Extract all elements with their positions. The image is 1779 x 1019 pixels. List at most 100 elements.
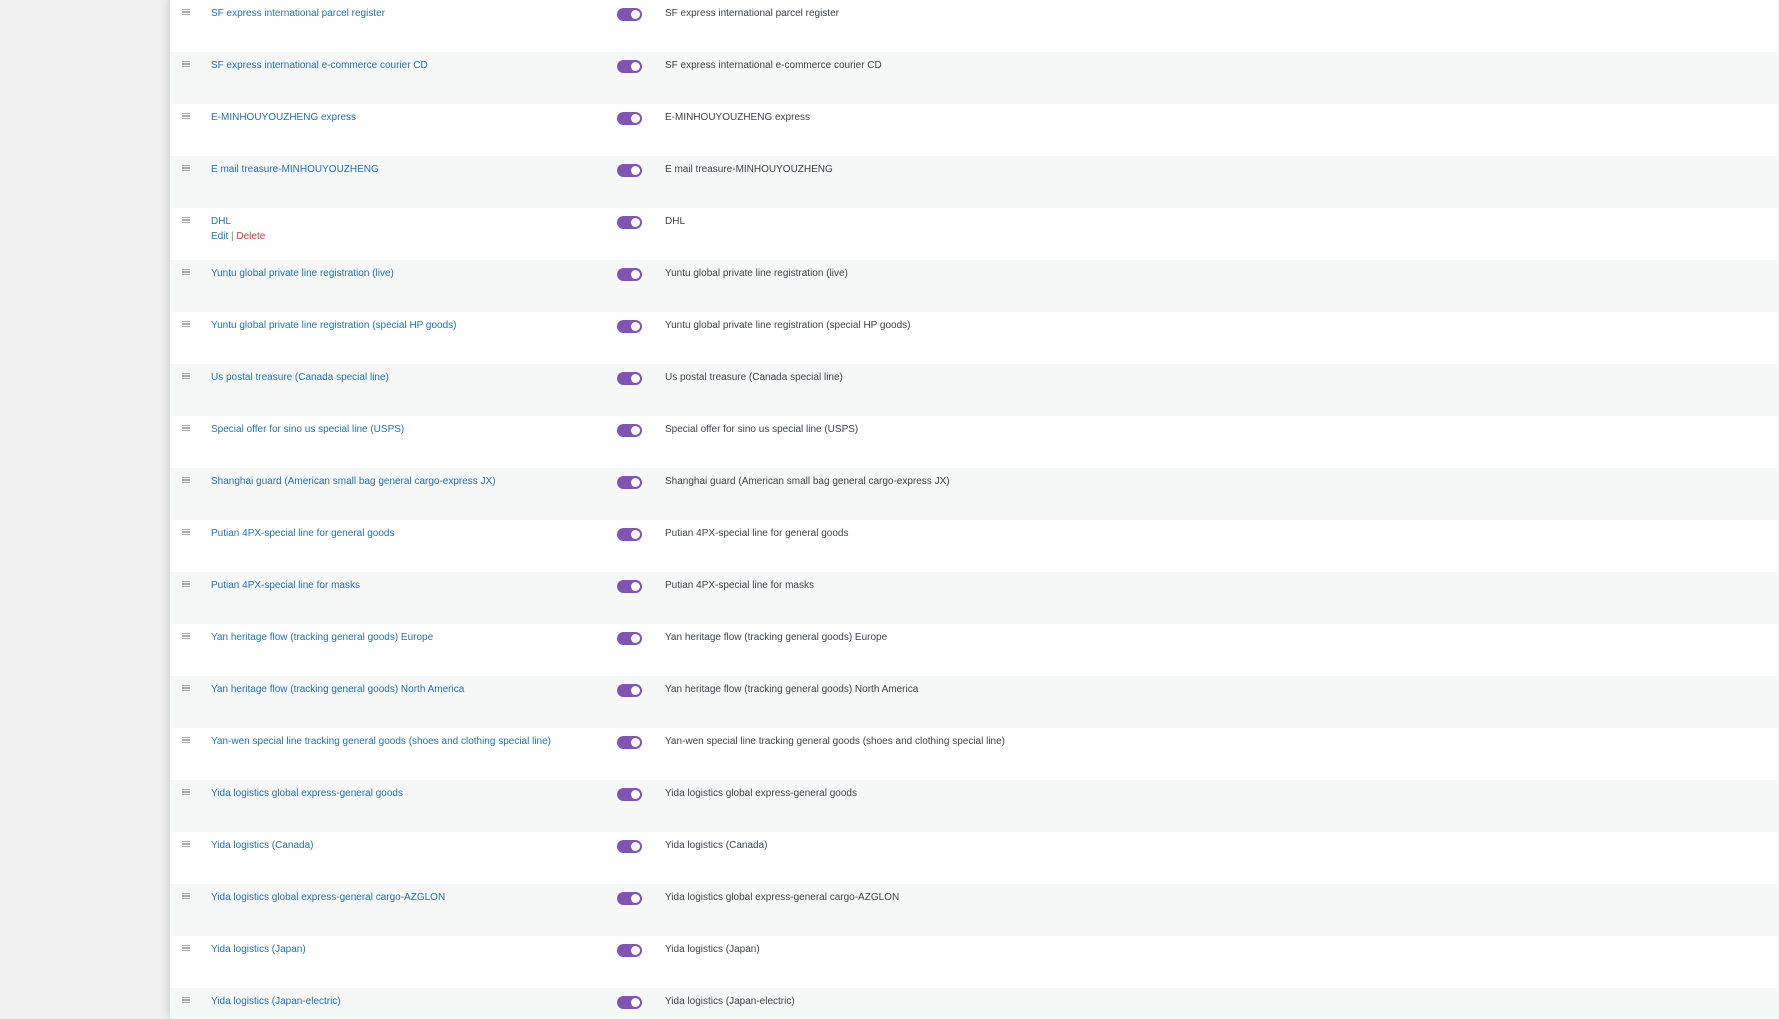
drag-handle-icon[interactable] <box>182 373 190 380</box>
drag-handle-icon[interactable] <box>182 997 190 1004</box>
drag-handle-icon[interactable] <box>182 945 190 952</box>
provider-name-cell: Yida logistics (Japan) <box>211 943 306 956</box>
table-row: SF express international parcel register… <box>170 0 1779 52</box>
enable-toggle[interactable] <box>617 996 642 1009</box>
provider-name-link[interactable]: E-MINHOUYOUZHENG express <box>211 112 356 123</box>
enable-toggle[interactable] <box>617 8 642 21</box>
provider-name-link[interactable]: SF express international e-commerce cour… <box>211 60 428 71</box>
table-row: Yuntu global private line registration (… <box>170 312 1779 364</box>
table-row: Yida logistics global express-general go… <box>170 780 1779 832</box>
provider-name-link[interactable]: Yida logistics (Japan-electric) <box>211 996 341 1007</box>
provider-name-link[interactable]: Shanghai guard (American small bag gener… <box>211 476 496 487</box>
drag-handle-icon[interactable] <box>182 737 190 744</box>
drag-handle-icon[interactable] <box>182 269 190 276</box>
enable-toggle[interactable] <box>617 268 642 281</box>
provider-name-cell: Putian 4PX-special line for masks <box>211 579 360 592</box>
provider-name-link[interactable]: Putian 4PX-special line for general good… <box>211 528 394 539</box>
provider-description: Yuntu global private line registration (… <box>665 268 848 279</box>
provider-name-link[interactable]: E mail treasure-MINHOUYOUZHENG <box>211 164 379 175</box>
provider-name-cell: E-MINHOUYOUZHENG express <box>211 111 356 124</box>
provider-name-cell: Yan heritage flow (tracking general good… <box>211 683 464 696</box>
delete-link[interactable]: Delete <box>236 231 265 242</box>
provider-name-cell: Yida logistics global express-general go… <box>211 787 403 800</box>
enable-toggle[interactable] <box>617 372 642 385</box>
enable-toggle[interactable] <box>617 112 642 125</box>
provider-name-cell: Shanghai guard (American small bag gener… <box>211 475 496 488</box>
provider-description: Yan heritage flow (tracking general good… <box>665 632 888 643</box>
provider-name-link[interactable]: Putian 4PX-special line for masks <box>211 580 360 591</box>
provider-description: Putian 4PX-special line for general good… <box>665 528 849 539</box>
enable-toggle[interactable] <box>617 944 642 957</box>
provider-description: Yan heritage flow (tracking general good… <box>665 684 919 695</box>
drag-handle-icon[interactable] <box>182 789 190 796</box>
provider-description: Yida logistics (Canada) <box>665 840 768 851</box>
drag-handle-icon[interactable] <box>182 893 190 900</box>
drag-handle-icon[interactable] <box>182 633 190 640</box>
provider-name-link[interactable]: Us postal treasure (Canada special line) <box>211 372 389 383</box>
provider-name-link[interactable]: SF express international parcel register <box>211 8 385 19</box>
provider-description: Us postal treasure (Canada special line) <box>665 372 843 383</box>
enable-toggle[interactable] <box>617 60 642 73</box>
shipping-providers-table: SF express international parcel register… <box>169 0 1779 1019</box>
provider-name-cell: Putian 4PX-special line for general good… <box>211 527 394 540</box>
enable-toggle[interactable] <box>617 528 642 541</box>
provider-description: Putian 4PX-special line for masks <box>665 580 814 591</box>
table-row: Yida logistics (Japan) Yida logistics (Ja… <box>170 936 1779 988</box>
drag-handle-icon[interactable] <box>182 61 190 68</box>
drag-handle-icon[interactable] <box>182 165 190 172</box>
drag-handle-icon[interactable] <box>182 581 190 588</box>
drag-handle-icon[interactable] <box>182 529 190 536</box>
table-row: E-MINHOUYOUZHENG express E-MINHOUYOUZHENG… <box>170 104 1779 156</box>
enable-toggle[interactable] <box>617 580 642 593</box>
table-row: E mail treasure-MINHOUYOUZHENG E mail tre… <box>170 156 1779 208</box>
table-row: Yan heritage flow (tracking general good… <box>170 624 1779 676</box>
drag-handle-icon[interactable] <box>182 9 190 16</box>
drag-handle-icon[interactable] <box>182 685 190 692</box>
provider-name-cell: Special offer for sino us special line (… <box>211 423 404 436</box>
provider-name-link[interactable]: Yan-wen special line tracking general go… <box>211 736 551 747</box>
provider-name-link[interactable]: Yida logistics global express-general go… <box>211 788 403 799</box>
enable-toggle[interactable] <box>617 788 642 801</box>
enable-toggle[interactable] <box>617 736 642 749</box>
provider-name-link[interactable]: Yan heritage flow (tracking general good… <box>211 632 433 643</box>
provider-name-link[interactable]: Yida logistics (Canada) <box>211 840 313 851</box>
provider-name-cell: DHL Edit | Delete <box>211 215 265 243</box>
enable-toggle[interactable] <box>617 424 642 437</box>
provider-name-link[interactable]: Yuntu global private line registration (… <box>211 268 394 279</box>
drag-handle-icon[interactable] <box>182 841 190 848</box>
table-row: Putian 4PX-special line for general good… <box>170 520 1779 572</box>
drag-handle-icon[interactable] <box>182 425 190 432</box>
provider-name-link[interactable]: Special offer for sino us special line (… <box>211 424 404 435</box>
provider-description: E-MINHOUYOUZHENG express <box>665 112 811 123</box>
provider-description: DHL <box>665 216 686 227</box>
provider-name-cell: Yida logistics (Canada) <box>211 839 313 852</box>
enable-toggle[interactable] <box>617 320 642 333</box>
provider-name-link[interactable]: DHL <box>211 216 231 227</box>
drag-handle-icon[interactable] <box>182 477 190 484</box>
provider-name-cell: Yuntu global private line registration (… <box>211 267 394 280</box>
table-row: Yida logistics global express-general ca… <box>170 884 1779 936</box>
provider-description: Yan-wen special line tracking general go… <box>665 736 1006 747</box>
provider-name-cell: E mail treasure-MINHOUYOUZHENG <box>211 163 379 176</box>
provider-name-link[interactable]: Yan heritage flow (tracking general good… <box>211 684 464 695</box>
provider-name-link[interactable]: Yida logistics (Japan) <box>211 944 306 955</box>
admin-sidebar-area <box>0 0 169 1019</box>
provider-name-cell: Yan-wen special line tracking general go… <box>211 735 551 748</box>
enable-toggle[interactable] <box>617 476 642 489</box>
edit-link[interactable]: Edit <box>211 231 228 242</box>
table-row: Us postal treasure (Canada special line)… <box>170 364 1779 416</box>
drag-handle-icon[interactable] <box>182 217 190 224</box>
provider-name-link[interactable]: Yida logistics global express-general ca… <box>211 892 445 903</box>
enable-toggle[interactable] <box>617 892 642 905</box>
enable-toggle[interactable] <box>617 164 642 177</box>
drag-handle-icon[interactable] <box>182 113 190 120</box>
enable-toggle[interactable] <box>617 840 642 853</box>
provider-name-cell: Yuntu global private line registration (… <box>211 319 457 332</box>
table-row: Special offer for sino us special line (… <box>170 416 1779 468</box>
enable-toggle[interactable] <box>617 684 642 697</box>
enable-toggle[interactable] <box>617 216 642 229</box>
table-row: Yan-wen special line tracking general go… <box>170 728 1779 780</box>
provider-name-link[interactable]: Yuntu global private line registration (… <box>211 320 457 331</box>
enable-toggle[interactable] <box>617 632 642 645</box>
drag-handle-icon[interactable] <box>182 321 190 328</box>
